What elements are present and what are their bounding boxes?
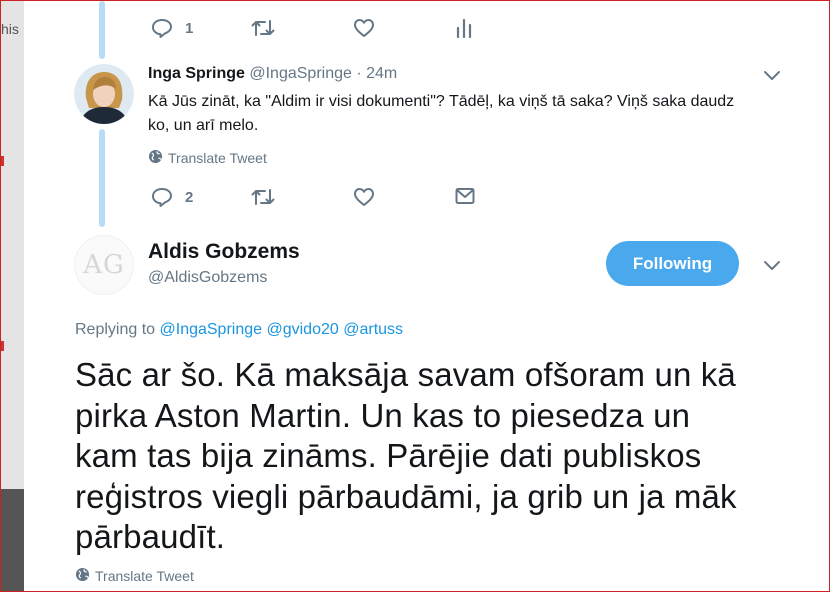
tweet-text-line: pārbaudīt. — [75, 518, 226, 555]
analytics-icon — [456, 18, 472, 38]
left-background-tile — [1, 489, 24, 591]
main-tweet-text: Sāc ar šo. Kā maksāja savam ofšoram un k… — [75, 355, 775, 558]
reply-count: 1 — [185, 19, 194, 37]
mention-link[interactable]: @gvido20 — [266, 321, 338, 338]
author-name[interactable]: Inga Springe — [148, 65, 245, 82]
screenshot-frame: his 1 Inga Springe @IngaSpringe · 24m Kā… — [0, 0, 830, 592]
left-partial-text: his — [1, 21, 19, 37]
reply-icon — [151, 187, 173, 207]
tweet-menu-button[interactable] — [763, 259, 781, 277]
following-button[interactable]: Following — [606, 241, 739, 286]
translate-label: Translate Tweet — [168, 150, 267, 166]
avatar[interactable] — [74, 64, 134, 124]
retweet-icon — [251, 187, 275, 207]
heart-icon — [353, 18, 375, 38]
retweet-action[interactable] — [251, 187, 275, 207]
avatar[interactable]: AG — [74, 235, 134, 295]
reply-action[interactable]: 1 — [151, 18, 193, 38]
author-name[interactable]: Aldis Gobzems — [148, 240, 300, 264]
globe-icon — [75, 567, 95, 585]
like-action[interactable] — [353, 187, 375, 207]
direct-message-action[interactable] — [455, 187, 475, 205]
thread-line-top — [99, 1, 105, 59]
tweet-text: Kā Jūs zināt, ka "Aldim ir visi dokument… — [148, 90, 788, 138]
translate-tweet-link[interactable]: Translate Tweet — [148, 149, 267, 167]
thread-line-middle — [99, 129, 105, 227]
tweet-text-line: ko, un arī melo. — [148, 117, 259, 134]
left-red-mark — [1, 156, 4, 166]
tweet-header: Inga Springe @IngaSpringe · 24m — [148, 65, 397, 83]
avatar-initials: AG — [83, 250, 125, 280]
left-red-mark — [1, 341, 4, 351]
translate-label: Translate Tweet — [95, 568, 194, 584]
like-action[interactable] — [353, 18, 375, 38]
heart-icon — [353, 187, 375, 207]
separator: · — [356, 65, 362, 82]
tweet-text-line: Kā Jūs zināt, ka "Aldim ir visi dokument… — [148, 93, 735, 110]
retweet-action[interactable] — [251, 18, 275, 38]
globe-icon — [148, 149, 168, 167]
tweet-text-line: kam tas bija zināms. Pārējie dati publis… — [75, 437, 702, 474]
author-handle[interactable]: @IngaSpringe — [249, 65, 352, 82]
analytics-action[interactable] — [456, 18, 472, 38]
tweet-menu-button[interactable] — [763, 69, 781, 87]
timestamp[interactable]: 24m — [366, 65, 397, 82]
tweet-text-line: reģistros viegli pārbaudāmi, ja grib un … — [75, 477, 737, 515]
retweet-icon — [251, 18, 275, 38]
reply-action[interactable]: 2 — [151, 187, 193, 207]
author-handle[interactable]: @AldisGobzems — [148, 269, 267, 287]
chevron-down-icon — [763, 259, 781, 276]
replying-to: Replying to @IngaSpringe @gvido20 @artus… — [75, 321, 403, 339]
tweet-text-line: Sāc ar šo. Kā maksāja savam ofšoram un k… — [75, 356, 736, 393]
reply-icon — [151, 18, 173, 38]
replying-prefix: Replying to — [75, 321, 156, 338]
translate-tweet-link[interactable]: Translate Tweet — [75, 567, 194, 585]
reply-count: 2 — [185, 188, 194, 206]
envelope-icon — [455, 187, 475, 205]
mention-link[interactable]: @IngaSpringe — [160, 321, 263, 338]
tweet-text-line: pirka Aston Martin. Un kas to piesedza u… — [75, 396, 691, 434]
mention-link[interactable]: @artuss — [343, 321, 403, 338]
chevron-down-icon — [763, 69, 781, 86]
